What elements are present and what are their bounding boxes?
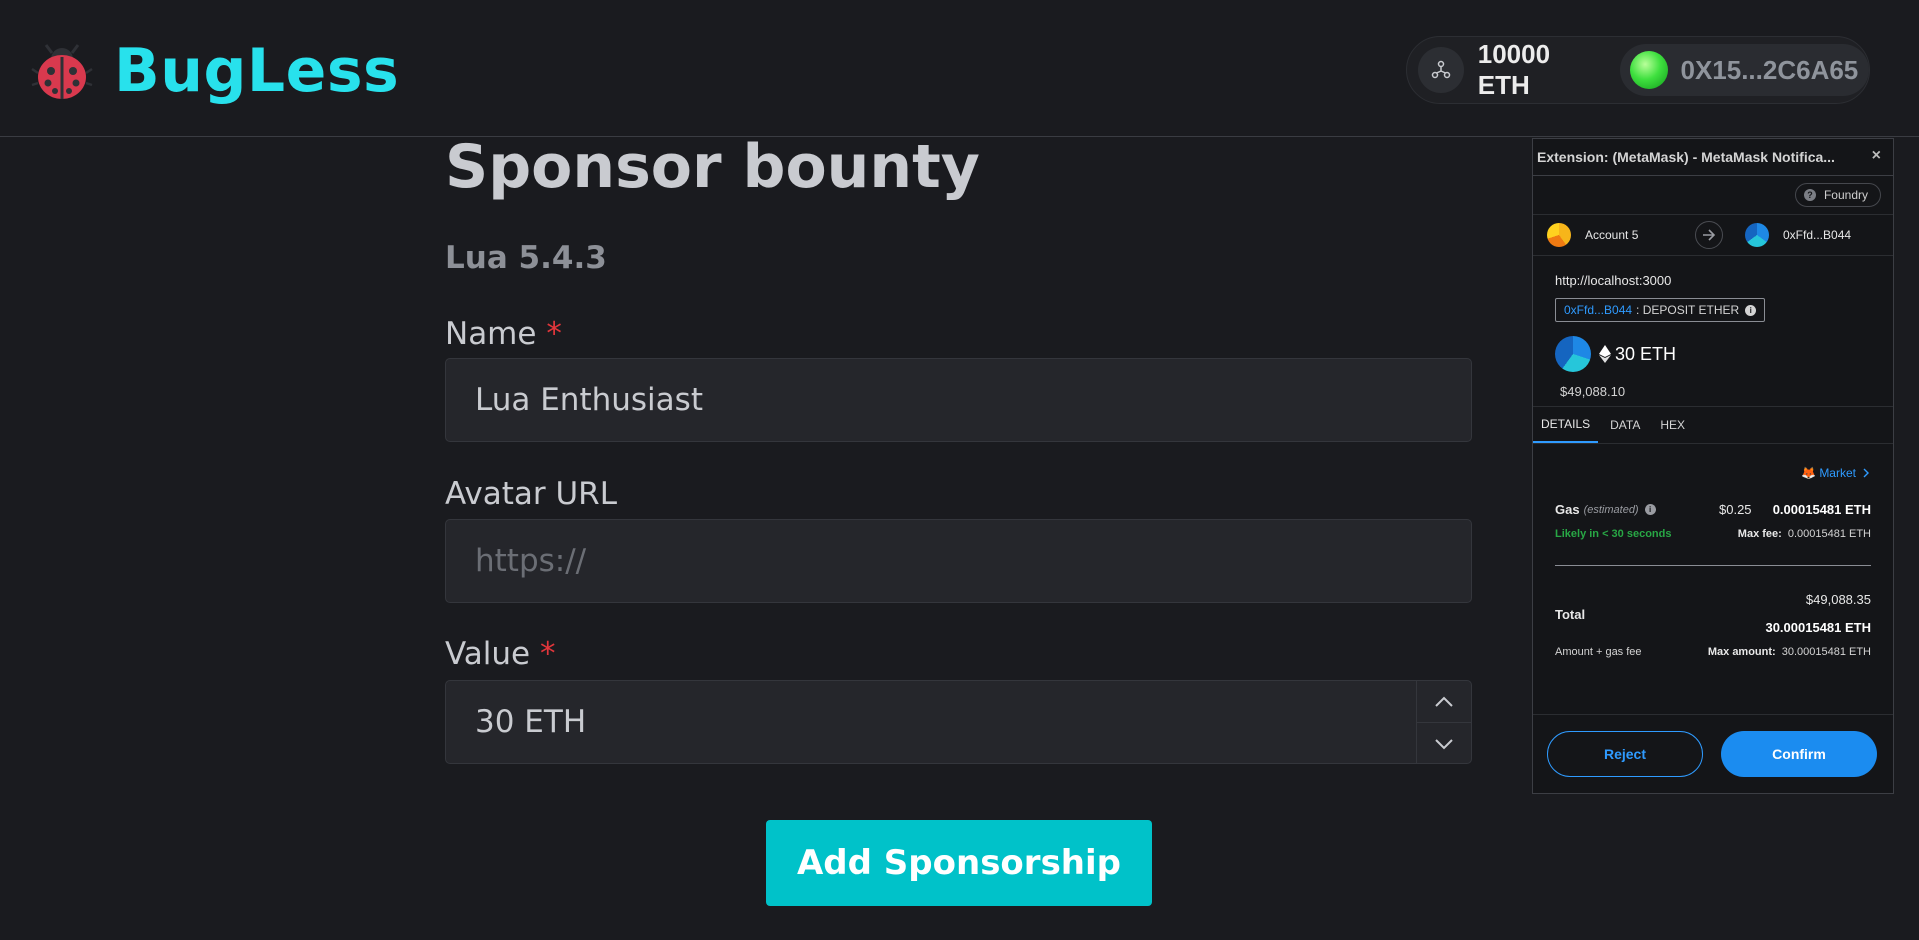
account-avatar [1630, 51, 1669, 89]
from-account-name: Account 5 [1585, 228, 1639, 242]
to-account-avatar [1745, 223, 1769, 247]
method-badge: 0xFfd...B044 : DEPOSIT ETHER i [1555, 298, 1766, 322]
app-name: BugLess [114, 36, 400, 106]
fox-icon: 🦊 [1801, 466, 1817, 480]
value-label: Value * [445, 636, 556, 672]
market-gas-button[interactable]: 🦊 Market [1801, 466, 1871, 480]
value-input[interactable]: 30 ETH [445, 680, 1472, 764]
gas-fiat: $0.25 [1719, 502, 1752, 517]
name-label-text: Name [445, 316, 537, 352]
avatar-url-placeholder: https:// [475, 543, 587, 579]
max-amount-value: 30.00015481 ETH [1781, 646, 1871, 658]
confirm-button[interactable]: Confirm [1721, 731, 1877, 777]
total-fiat: $49,088.35 [1805, 592, 1871, 607]
to-account-address: 0xFfd...B044 [1783, 228, 1852, 242]
total-label: Total [1555, 607, 1586, 622]
divider [1555, 565, 1871, 566]
value-stepper [1416, 681, 1471, 763]
amount-value: 30 ETH [1615, 343, 1677, 364]
eth-icon [1599, 345, 1611, 363]
name-input-value: Lua Enthusiast [475, 382, 703, 418]
gas-eth: 0.00015481 ETH [1772, 502, 1871, 517]
add-sponsorship-button[interactable]: Add Sponsorship [766, 820, 1152, 906]
network-name: Foundry [1823, 188, 1868, 202]
amount-fiat: $49,088.10 [1560, 384, 1626, 399]
max-fee-label: Max fee: [1737, 528, 1782, 540]
amount-gas-fee-label: Amount + gas fee [1555, 646, 1642, 658]
required-marker: * [546, 316, 562, 352]
close-icon[interactable]: × [1872, 147, 1881, 165]
chevron-right-icon [1863, 468, 1869, 478]
method-address[interactable]: 0xFfd...B044 [1564, 303, 1632, 317]
info-icon[interactable]: i [1644, 504, 1656, 515]
avatar-url-label: Avatar URL [445, 476, 617, 512]
avatar-url-input[interactable]: https:// [445, 519, 1472, 603]
detail-tabs: DETAILS DATA HEX [1533, 407, 1893, 444]
ladybug-icon [31, 44, 93, 99]
from-account[interactable]: Account 5 [1547, 223, 1638, 247]
reject-button[interactable]: Reject [1547, 731, 1703, 777]
chevron-down-icon [1435, 738, 1453, 749]
max-amount-label: Max amount: [1707, 646, 1776, 658]
app-logo[interactable]: BugLess [30, 36, 399, 106]
tab-hex[interactable]: HEX [1652, 407, 1693, 443]
origin-url: http://localhost:3000 [1555, 273, 1672, 288]
popup-footer: Reject Confirm [1533, 714, 1893, 793]
required-marker: * [540, 636, 556, 672]
amount-row: 30 ETH [1555, 336, 1676, 372]
max-fee: Max fee: 0.00015481 ETH [1738, 528, 1871, 540]
popup-title: Extension: (MetaMask) - MetaMask Notific… [1537, 149, 1835, 165]
network-icon[interactable] [1418, 47, 1464, 93]
arrow-right-icon [1695, 221, 1723, 249]
value-label-text: Value [445, 636, 531, 672]
accounts-row: Account 5 0xFfd...B044 [1533, 215, 1893, 256]
details-panel: 🦊 Market Gas (estimated) i $0.25 0.00015… [1533, 444, 1893, 724]
name-input[interactable]: Lua Enthusiast [445, 358, 1472, 442]
tab-details[interactable]: DETAILS [1533, 407, 1599, 443]
gas-timing: Likely in < 30 seconds [1555, 528, 1672, 540]
app-header: BugLess 10000 ETH 0X15...2C6A65 [0, 0, 1919, 137]
network-bar: ? Foundry [1533, 176, 1893, 215]
question-icon: ? [1803, 189, 1816, 201]
transaction-summary: http://localhost:3000 0xFfd...B044 : DEP… [1533, 256, 1893, 407]
value-input-value: 30 ETH [475, 704, 587, 740]
token-avatar [1555, 336, 1591, 372]
popup-titlebar: Extension: (MetaMask) - MetaMask Notific… [1533, 139, 1893, 176]
metamask-popup: Extension: (MetaMask) - MetaMask Notific… [1532, 138, 1894, 794]
page-subtitle: Lua 5.4.3 [445, 240, 607, 276]
market-label: Market [1819, 466, 1856, 480]
tab-data[interactable]: DATA [1602, 407, 1648, 443]
account-button[interactable]: 0X15...2C6A65 [1620, 44, 1869, 96]
info-icon[interactable]: i [1745, 304, 1757, 316]
max-fee-value: 0.00015481 ETH [1787, 528, 1871, 540]
name-label: Name * [445, 316, 562, 352]
gas-label: Gas (estimated) i [1555, 502, 1656, 517]
chevron-up-icon [1435, 696, 1453, 707]
wallet-balance: 10000 ETH [1477, 39, 1551, 100]
decrement-button[interactable] [1417, 722, 1471, 764]
max-amount: Max amount: 30.00015481 ETH [1708, 646, 1871, 658]
network-selector[interactable]: ? Foundry [1794, 183, 1881, 207]
method-name: : DEPOSIT ETHER [1636, 303, 1740, 317]
gas-label-text: Gas [1555, 502, 1580, 517]
from-account-avatar [1547, 223, 1571, 247]
total-eth: 30.00015481 ETH [1765, 620, 1871, 635]
gas-estimated: (estimated) [1583, 503, 1639, 516]
wallet-widget[interactable]: 10000 ETH 0X15...2C6A65 [1406, 36, 1870, 104]
to-account[interactable]: 0xFfd...B044 [1745, 223, 1851, 247]
increment-button[interactable] [1417, 681, 1471, 722]
page-title: Sponsor bounty [445, 132, 980, 202]
account-address: 0X15...2C6A65 [1680, 54, 1859, 85]
